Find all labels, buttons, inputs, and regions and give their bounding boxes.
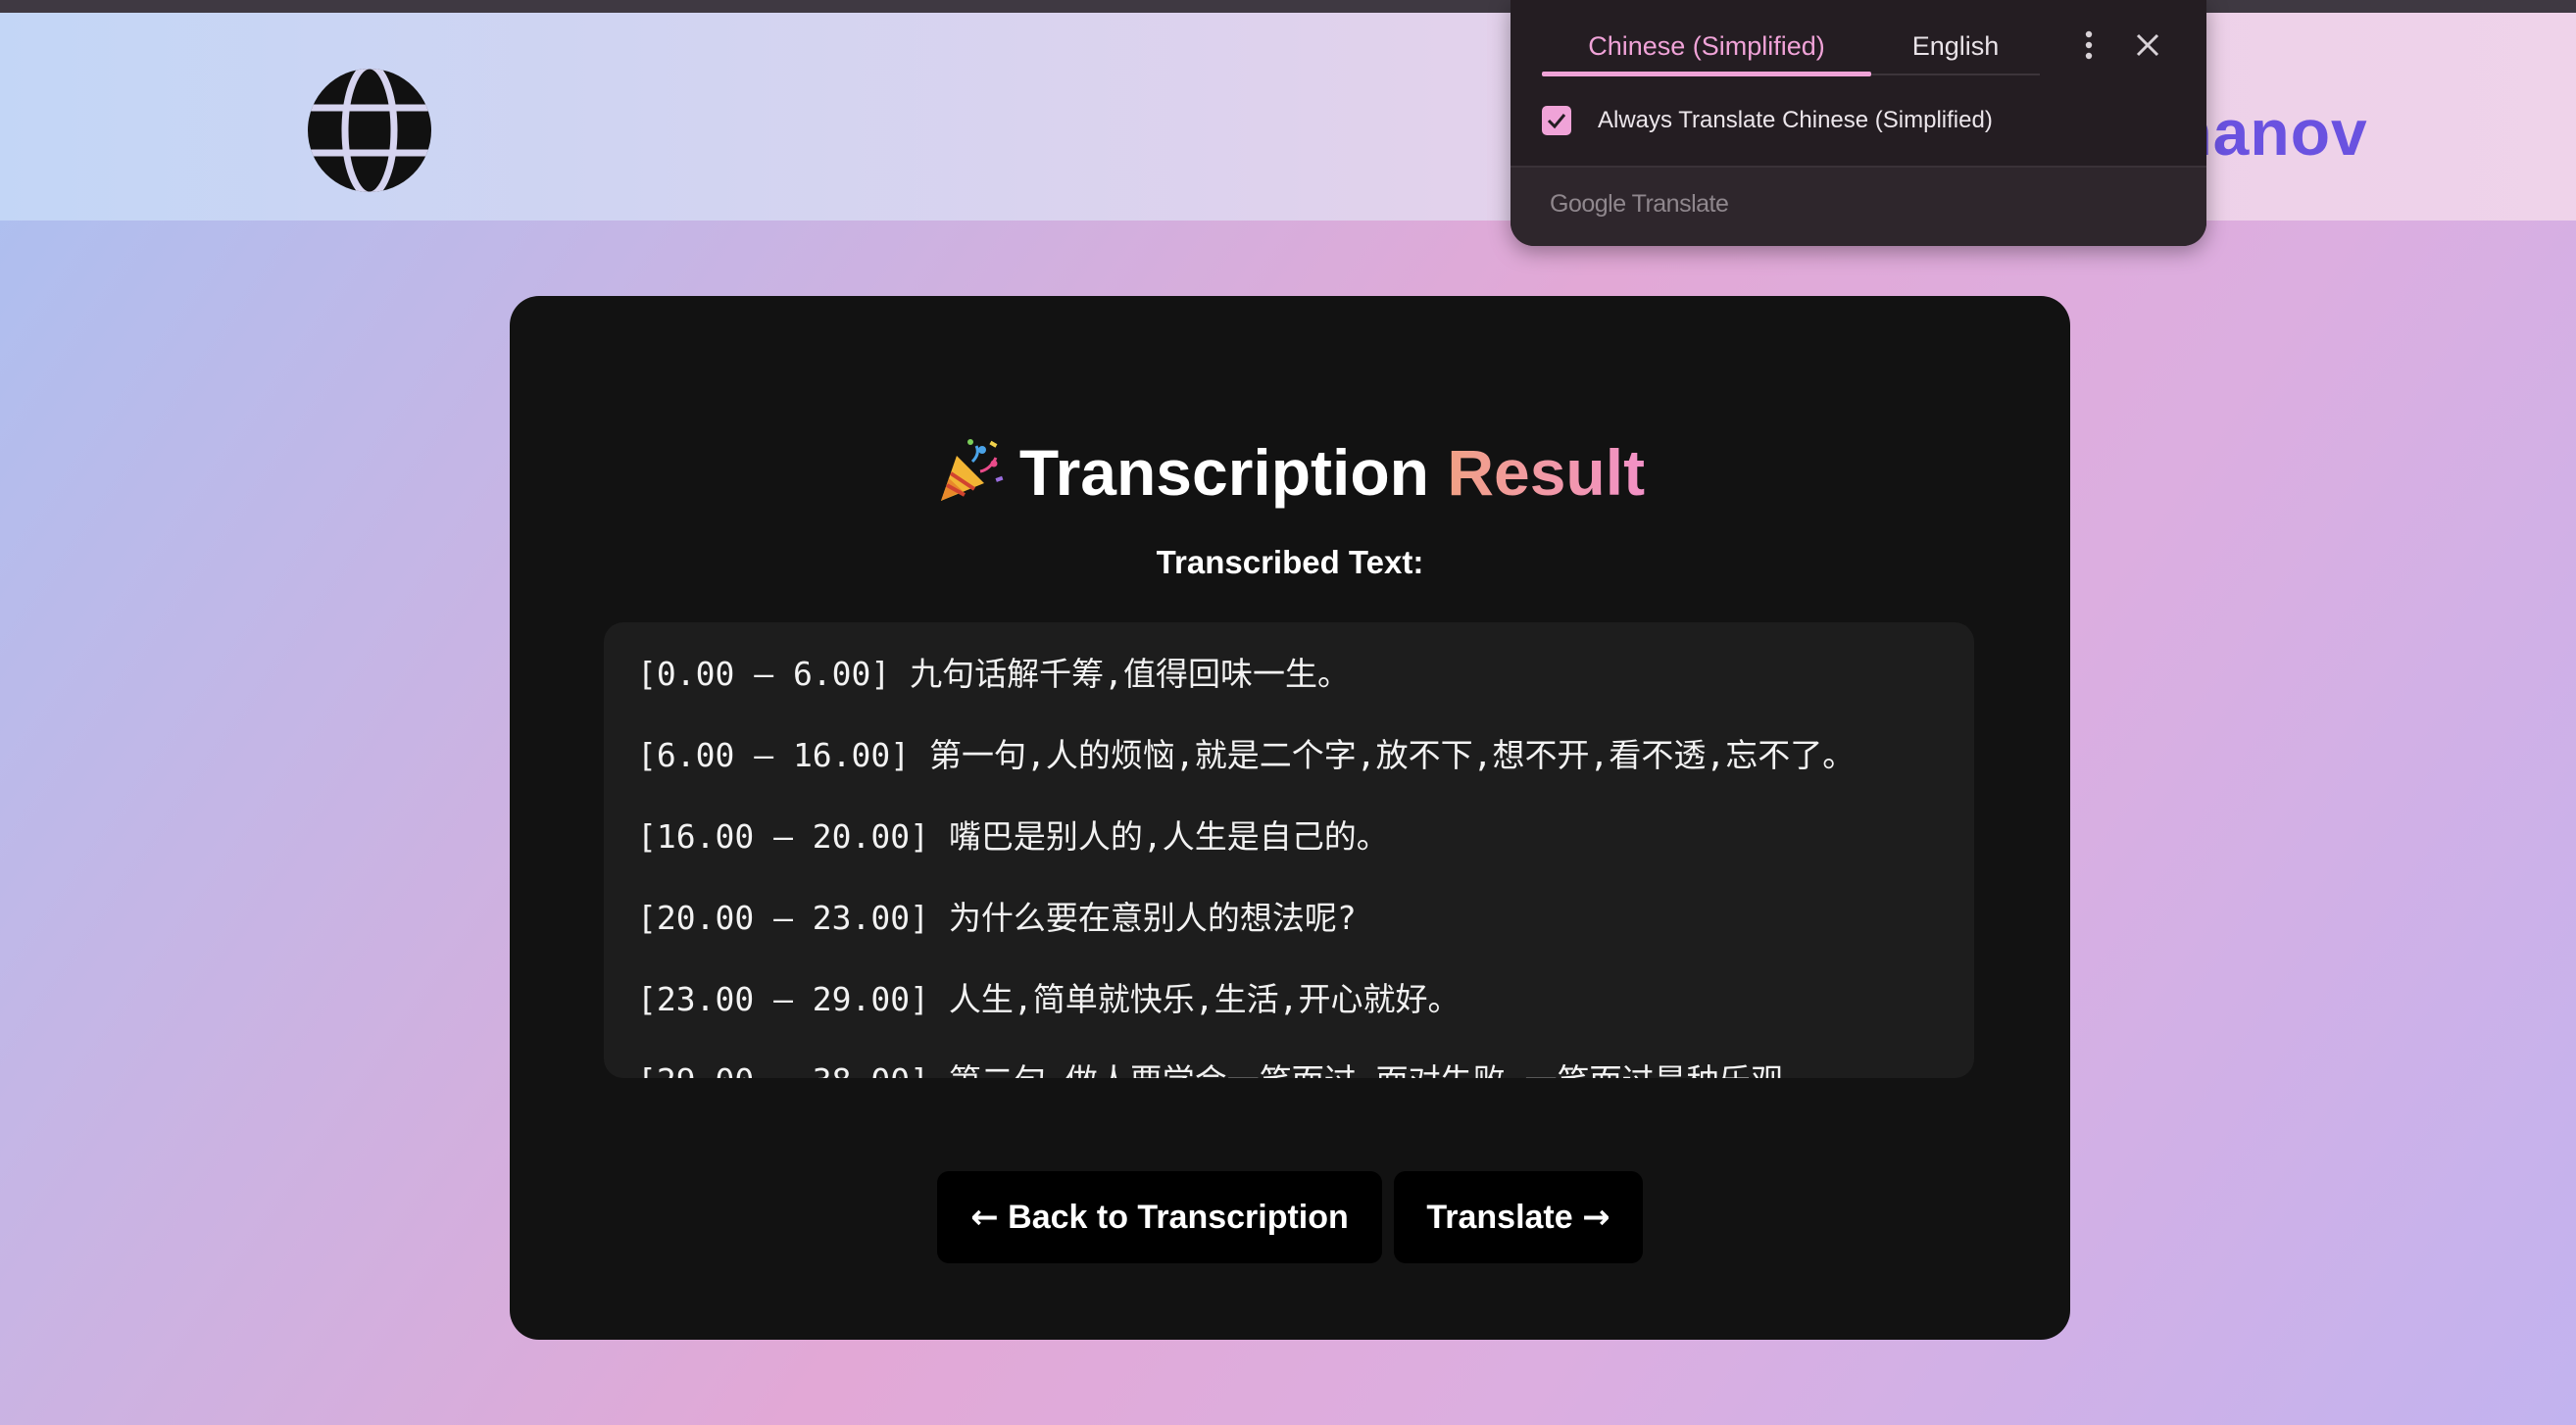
transcript-line: [0.00 – 6.00] 九句话解千筹,值得回味一生。 — [637, 655, 1351, 693]
always-translate-label[interactable]: Always Translate Chinese (Simplified) — [1598, 102, 1993, 139]
arrow-right-icon: → — [1582, 1198, 1610, 1237]
title-accent: Result — [1447, 436, 1646, 509]
translate-button-label: Translate — [1426, 1199, 1573, 1236]
translate-button[interactable]: Translate → — [1394, 1171, 1643, 1263]
transcript-line: [16.00 – 20.00] 嘴巴是别人的,人生是自己的。 — [637, 817, 1389, 856]
transcript-line: [6.00 – 16.00] 第一句,人的烦恼,就是二个字,放不下,想不开,看不… — [637, 736, 1856, 774]
more-options-icon[interactable] — [2069, 25, 2108, 65]
google-translate-logo: Google Translate — [1550, 190, 1729, 218]
active-tab-indicator — [1542, 72, 1871, 76]
globe-icon[interactable] — [306, 67, 433, 194]
tab-chinese-simplified[interactable]: Chinese (Simplified) — [1542, 18, 1871, 74]
back-button-label: Back to Transcription — [1008, 1199, 1349, 1236]
popup-divider — [1511, 166, 2206, 168]
transcript-line: [20.00 – 23.00] 为什么要在意别人的想法呢? — [637, 899, 1357, 937]
back-to-transcription-button[interactable]: ← Back to Transcription — [937, 1171, 1382, 1263]
transcribed-text-heading: Transcribed Text: — [1156, 544, 1424, 580]
title-main: Transcription — [1018, 436, 1429, 509]
page-title: Transcription Result — [510, 433, 2070, 512]
arrow-left-icon: ← — [970, 1198, 999, 1237]
transcript-line: [23.00 – 29.00] 人生,简单就快乐,生活,开心就好。 — [637, 980, 1461, 1018]
checkmark-icon — [1547, 114, 1566, 129]
always-translate-checkbox[interactable] — [1542, 106, 1571, 135]
google-translate-popup: Chinese (Simplified) English Always Tran… — [1511, 0, 2206, 246]
transcript-box[interactable]: [0.00 – 6.00] 九句话解千筹,值得回味一生。 [6.00 – 16.… — [604, 622, 1974, 1078]
tab-english[interactable]: English — [1871, 18, 2040, 74]
close-icon[interactable] — [2128, 25, 2167, 65]
transcription-result-card: Transcription Result Transcribed Text: [… — [510, 296, 2070, 1340]
party-popper-icon — [940, 439, 1004, 501]
transcript-line: [29.00 – 38.00] 第二句,做人要学会一笑而过,面对失败,一笑而过是… — [637, 1056, 1941, 1078]
